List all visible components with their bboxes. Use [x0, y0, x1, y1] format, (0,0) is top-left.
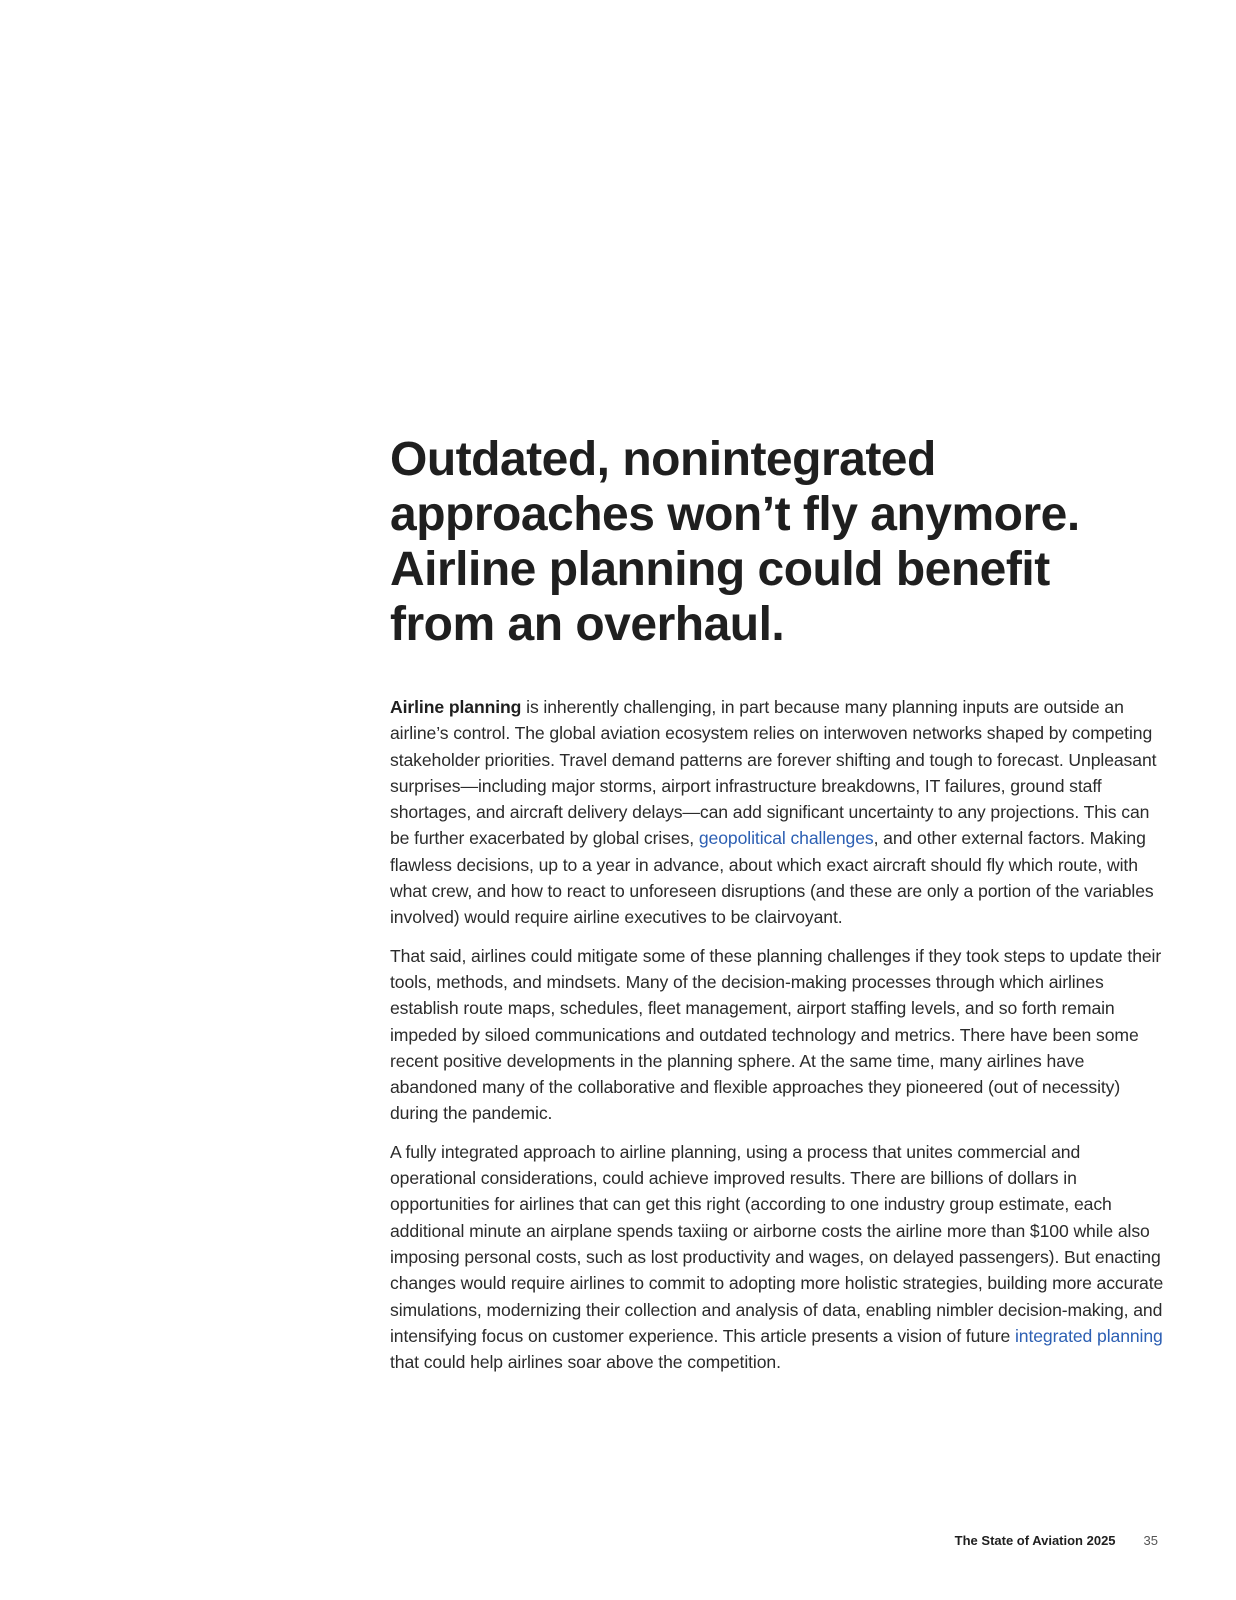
article: Outdated, nonintegrated approaches won’t… — [390, 432, 1166, 1387]
body-paragraph: That said, airlines could mitigate some … — [390, 945, 1162, 1124]
page-number: 35 — [1143, 1533, 1158, 1548]
geopolitical-challenges-link[interactable]: geopolitical challenges — [699, 828, 874, 848]
headline-line: from an overhaul. — [390, 598, 785, 651]
paragraph-text: that could help airlines soar above the … — [390, 1352, 781, 1373]
body-paragraph: A fully integrated approach to airline p… — [390, 1139, 1166, 1376]
publication-title: The State of Aviation 2025 — [954, 1533, 1116, 1548]
page-title: Outdated, nonintegrated approaches won’t… — [390, 432, 1166, 652]
headline-line: Airline planning could benefit — [390, 543, 1050, 596]
page-footer: The State of Aviation 2025 35 — [955, 1533, 1158, 1548]
article-body: Airline planning is inherently challengi… — [390, 694, 1166, 1375]
integrated-planning-link[interactable]: integrated planning — [1015, 1326, 1163, 1346]
headline-line: approaches won’t fly anymore. — [390, 488, 1080, 541]
paragraph-text: A fully integrated approach to airline p… — [390, 1141, 1164, 1346]
paragraph-text: is inherently challenging, in part becau… — [390, 697, 1157, 849]
lead-term: Airline planning — [390, 697, 522, 717]
headline-line: Outdated, nonintegrated — [390, 433, 936, 486]
body-paragraph: Airline planning is inherently challengi… — [390, 694, 1166, 931]
